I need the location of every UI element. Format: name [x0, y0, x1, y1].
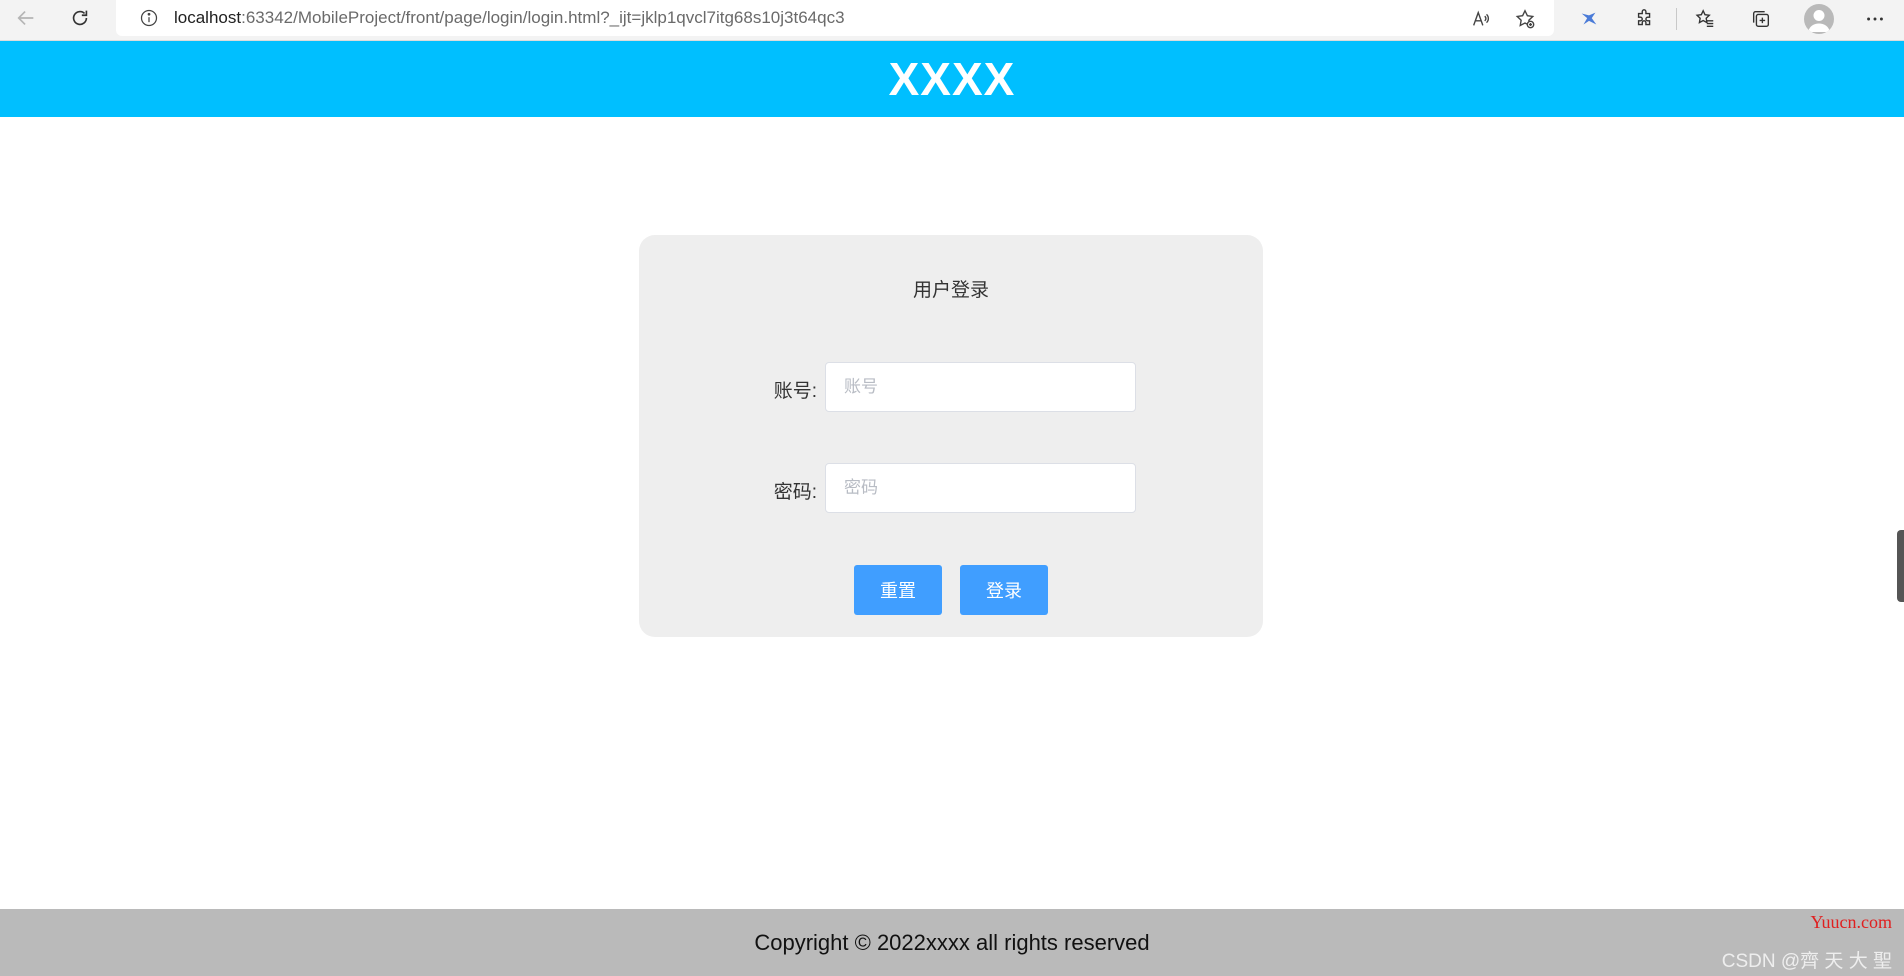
site-footer: Copyright © 2022xxxx all rights reserved — [0, 909, 1904, 976]
account-label: 账号: — [773, 381, 817, 402]
site-header: XXXX — [0, 41, 1904, 117]
password-label: 密码: — [773, 482, 817, 503]
login-title: 用户登录 — [912, 280, 989, 301]
url-path: :63342/MobileProject/front/page/login/lo… — [241, 8, 845, 27]
puzzle-icon[interactable] — [1630, 4, 1660, 34]
back-arrow-icon[interactable] — [6, 0, 46, 36]
favorites-icon[interactable] — [1690, 4, 1720, 34]
copyright-text: Copyright © 2022xxxx all rights reserved — [754, 929, 1150, 955]
watermark-site: Yuucn.com — [1810, 912, 1892, 932]
site-title: XXXX — [888, 53, 1016, 105]
more-icon[interactable] — [1860, 4, 1890, 34]
add-favorite-icon[interactable] — [1512, 6, 1538, 32]
side-panel-handle[interactable] — [1897, 530, 1904, 602]
toolbar-separator — [1676, 8, 1677, 30]
info-icon[interactable] — [138, 7, 160, 29]
password-input[interactable] — [825, 463, 1136, 513]
reload-icon[interactable] — [60, 0, 100, 36]
address-bar[interactable]: localhost:63342/MobileProject/front/page… — [116, 0, 1554, 36]
avatar[interactable] — [1804, 4, 1834, 34]
reset-button[interactable]: 重置 — [854, 565, 942, 615]
login-card: 用户登录 账号: 密码: 重置 登录 — [639, 235, 1263, 637]
url-text[interactable]: localhost:63342/MobileProject/front/page… — [174, 8, 845, 28]
read-aloud-icon[interactable] — [1468, 6, 1494, 32]
bird-extension-icon[interactable] — [1574, 4, 1604, 34]
password-row: 密码: — [639, 463, 1263, 513]
url-host: localhost — [174, 8, 242, 27]
login-button[interactable]: 登录 — [960, 565, 1048, 615]
account-input[interactable] — [825, 362, 1136, 412]
browser-toolbar: localhost:63342/MobileProject/front/page… — [0, 0, 1904, 41]
collections-icon[interactable] — [1746, 4, 1776, 34]
account-row: 账号: — [639, 362, 1263, 412]
watermark-author: CSDN @齊 天 大 聖 — [1721, 951, 1892, 972]
